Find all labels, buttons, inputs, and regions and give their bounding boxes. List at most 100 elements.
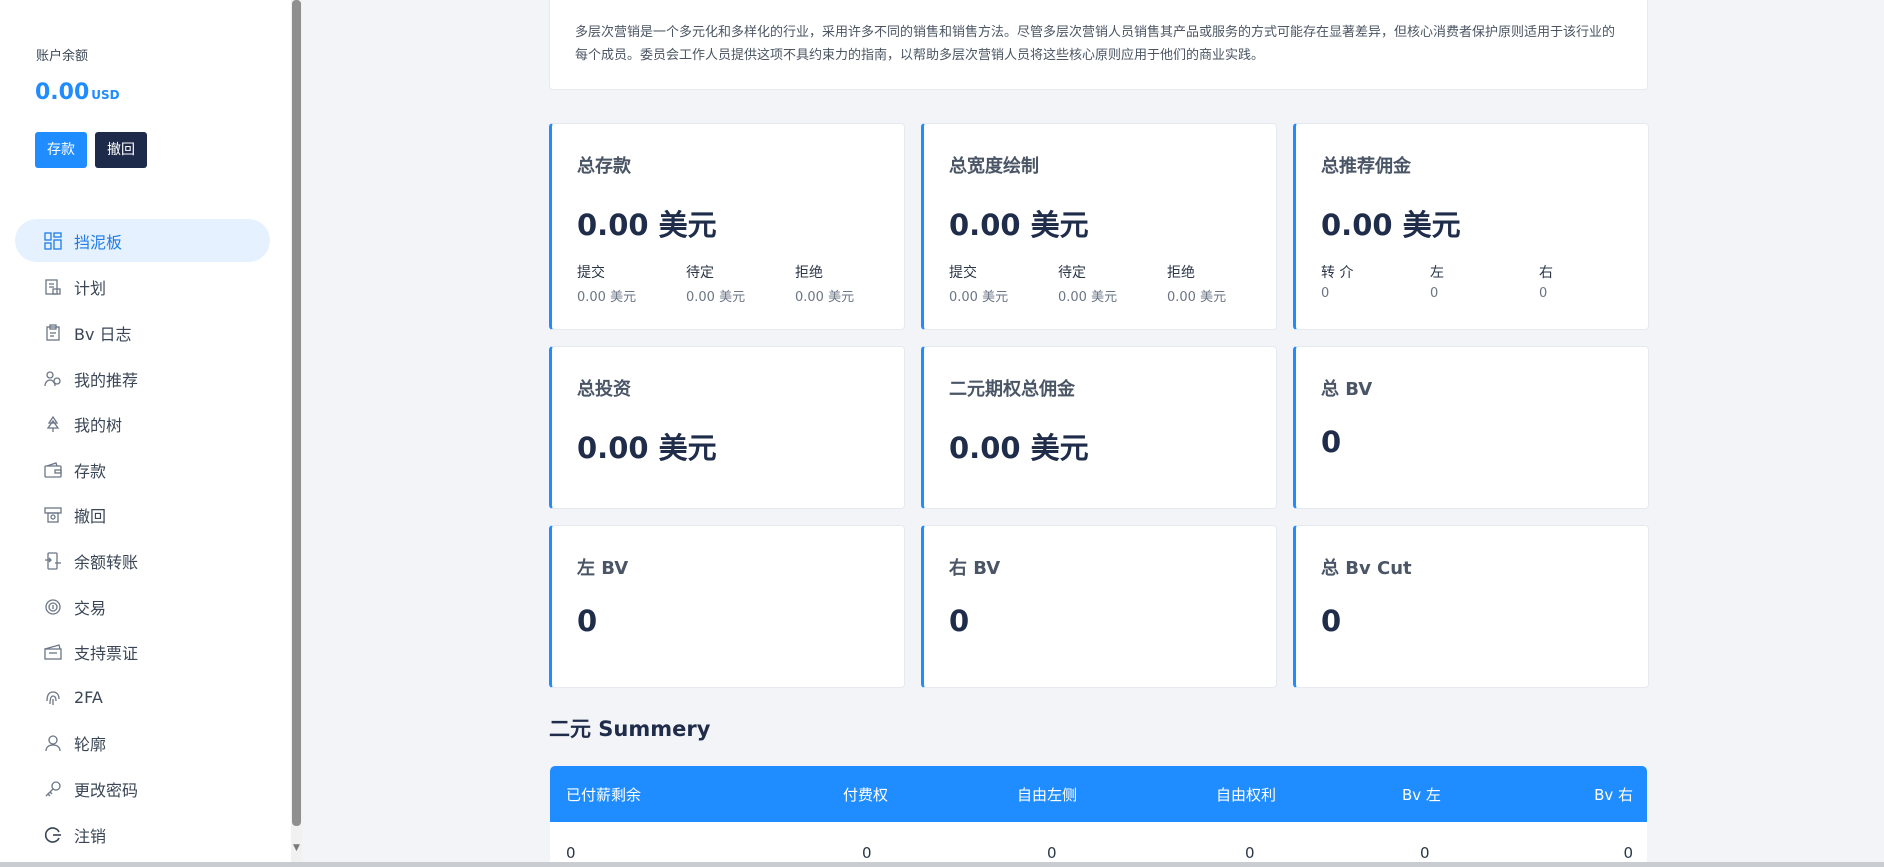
table-header-cell: 付费权 xyxy=(843,786,889,804)
summary-title: 二元 Summery xyxy=(549,717,711,741)
card-title: 右 BV xyxy=(949,558,1001,579)
card-sub-submitted: 提交 0.00 美元 xyxy=(577,262,677,305)
card-total-withdraw: 总宽度绘制 0.00 美元 提交 0.00 美元 待定 0.00 美元 拒绝 0.00… xyxy=(921,123,1277,330)
sidebar-item-plan[interactable]: 计划 xyxy=(15,265,270,311)
card-sub-left: 左0 xyxy=(1430,262,1530,301)
card-title: 总存款 xyxy=(577,156,631,177)
sub-value: 0.00 美元 xyxy=(686,290,746,305)
card-value: 0.00 美元 xyxy=(577,431,717,465)
fingerprint-icon xyxy=(44,689,62,707)
card-value: 0 xyxy=(1321,425,1342,459)
transfer-icon xyxy=(44,552,62,570)
sidebar-item-deposit[interactable]: 存款 xyxy=(15,447,270,493)
sidebar-item-transaction[interactable]: 交易 xyxy=(15,584,270,630)
sub-label: 提交 xyxy=(949,265,977,281)
sidebar-item-transfer[interactable]: 余额转账 xyxy=(15,538,270,584)
sidebar-item-label: 交易 xyxy=(74,598,107,618)
balance-label: 账户余额 xyxy=(36,49,89,64)
sidebar-item-label: 余额转账 xyxy=(74,552,139,572)
sidebar: 账户余额 0.00 USD 存款 撤回 挡泥板 计划 Bv 日志 我的推荐 我的树… xyxy=(0,0,292,867)
card-sub-rejected: 拒绝 0.00 美元 xyxy=(1167,262,1267,305)
sub-value: 0.00 美元 xyxy=(949,290,1009,305)
sidebar-item-profile[interactable]: 轮廓 xyxy=(15,721,270,767)
sidebar-item-withdraw[interactable]: 撤回 xyxy=(15,493,270,539)
card-title: 总投资 xyxy=(577,379,631,400)
card-sub-referral: 转 介 0 xyxy=(1321,262,1421,301)
sidebar-item-label: 支持票证 xyxy=(74,644,139,664)
table-cell: 0 xyxy=(566,844,576,862)
card-right-bv: 右 BV 0 xyxy=(921,525,1277,688)
sidebar-item-2fa[interactable]: 2FA xyxy=(15,675,270,721)
sidebar-item-support-ticket[interactable]: 支持票证 xyxy=(15,629,270,675)
logout-icon xyxy=(44,826,62,844)
table-header-cell: 已付薪剩余 xyxy=(566,786,642,804)
sub-value: 0.00 美元 xyxy=(795,290,855,305)
balance-amount: 0.00 xyxy=(35,80,90,105)
sidebar-item-logout[interactable]: 注销 xyxy=(15,812,270,858)
card-value: 0.00 美元 xyxy=(949,208,1089,242)
log-icon xyxy=(44,324,62,342)
table-cell: 0 xyxy=(1245,844,1255,862)
card-sub-rejected: 拒绝 0.00 美元 xyxy=(795,262,895,305)
card-sub-right: 右0 xyxy=(1539,262,1639,301)
sub-value: 0 xyxy=(1430,286,1439,301)
sidebar-item-bv-log[interactable]: Bv 日志 xyxy=(15,310,270,356)
sidebar-item-referral[interactable]: 我的推荐 xyxy=(15,356,270,402)
tree-icon xyxy=(44,415,62,433)
deposit-button[interactable]: 存款 xyxy=(35,132,87,168)
card-total-bv: 总 BV 0 xyxy=(1293,346,1649,509)
transaction-icon xyxy=(44,598,62,616)
sub-label: 待定 xyxy=(686,265,714,281)
balance-value: 0.00 USD xyxy=(35,80,120,105)
card-value: 0.00 美元 xyxy=(577,208,717,242)
card-title: 总 BV xyxy=(1321,379,1373,400)
key-icon xyxy=(44,780,62,798)
referral-icon xyxy=(44,370,62,388)
card-title: 总 Bv Cut xyxy=(1321,558,1412,579)
summary-table-header: 已付薪剩余 付费权 自由左侧 自由权利 Bv 左 Bv 右 xyxy=(550,766,1647,822)
sub-label: 右 xyxy=(1539,265,1553,281)
sidebar-item-tree[interactable]: 我的树 xyxy=(15,401,270,447)
withdraw-button[interactable]: 撤回 xyxy=(95,132,147,168)
sub-label: 拒绝 xyxy=(1167,265,1195,281)
table-cell: 0 xyxy=(1047,844,1057,862)
sub-value: 0 xyxy=(1321,286,1330,301)
balance-currency: USD xyxy=(91,88,120,102)
sidebar-item-label: Bv 日志 xyxy=(74,324,132,344)
wallet-icon xyxy=(44,461,62,479)
card-sub-pending: 待定 0.00 美元 xyxy=(686,262,786,305)
sidebar-item-label: 注销 xyxy=(74,826,107,846)
sub-label: 转 介 xyxy=(1321,265,1354,281)
sidebar-item-label: 2FA xyxy=(74,688,103,708)
table-cell: 0 xyxy=(862,844,872,862)
card-sub-submitted: 提交 0.00 美元 xyxy=(949,262,1049,305)
withdraw-icon xyxy=(44,506,62,524)
dashboard-icon xyxy=(44,231,62,250)
sub-value: 0 xyxy=(1539,286,1548,301)
sub-label: 拒绝 xyxy=(795,265,823,281)
sidebar-item-label: 挡泥板 xyxy=(74,232,123,252)
table-header-cell: 自由权利 xyxy=(1216,786,1277,804)
card-total-bv-cut: 总 Bv Cut 0 xyxy=(1293,525,1649,688)
sidebar-item-label: 撤回 xyxy=(74,507,107,527)
intro-text: 多层次营销是一个多元化和多样化的行业，采用许多不同的销售和销售方法。尽管多层次营… xyxy=(575,25,1616,63)
card-title: 总推荐佣金 xyxy=(1321,156,1411,177)
sidebar-item-label: 存款 xyxy=(74,461,107,481)
plan-icon xyxy=(44,278,62,296)
table-cell: 0 xyxy=(1420,844,1430,862)
card-value: 0 xyxy=(577,604,598,638)
sidebar-item-label: 计划 xyxy=(74,279,107,299)
sidebar-item-change-password[interactable]: 更改密码 xyxy=(15,766,270,812)
card-binary-commission: 二元期权总佣金 0.00 美元 xyxy=(921,346,1277,509)
sidebar-item-label: 轮廓 xyxy=(74,735,107,755)
sub-label: 提交 xyxy=(577,265,605,281)
scroll-down-arrow-icon[interactable]: ▼ xyxy=(291,842,302,854)
card-title: 总宽度绘制 xyxy=(949,156,1039,177)
card-value: 0 xyxy=(949,604,970,638)
sidebar-item-label: 我的树 xyxy=(74,416,123,436)
sidebar-item-label: 我的推荐 xyxy=(74,370,139,390)
table-cell: 0 xyxy=(1623,844,1633,862)
bottom-bar xyxy=(0,862,1884,867)
sidebar-item-dashboard[interactable]: 挡泥板 xyxy=(15,219,270,262)
sidebar-scrollbar-thumb[interactable] xyxy=(292,0,301,826)
